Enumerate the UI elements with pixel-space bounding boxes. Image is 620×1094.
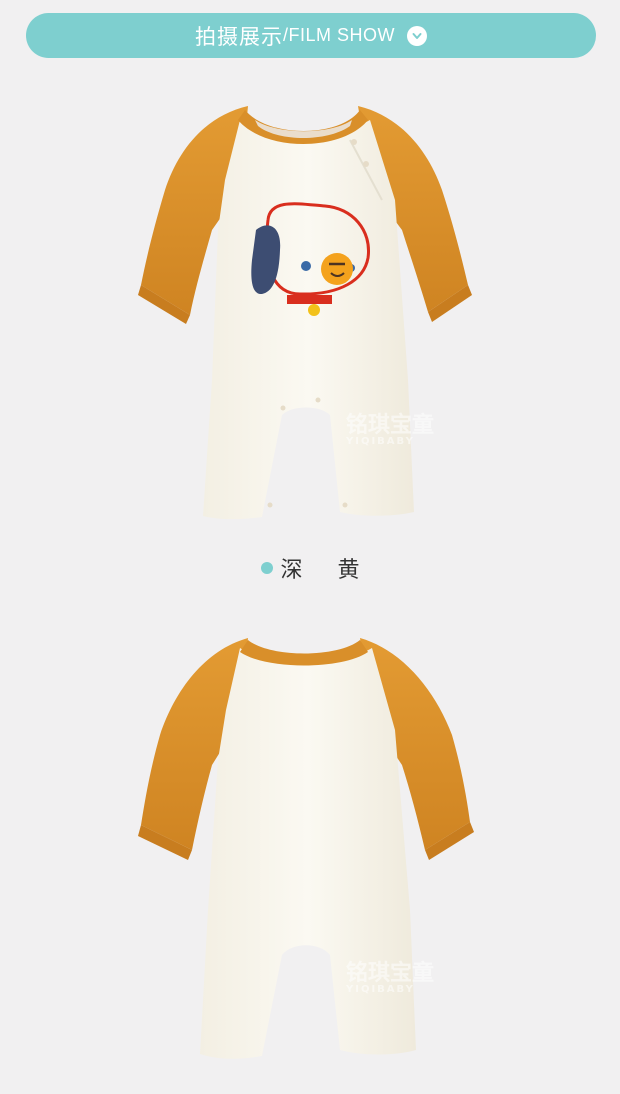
- chevron-down-glyph: [412, 32, 422, 39]
- back-watermark-brand-cn: 铭琪宝童: [346, 960, 434, 986]
- dog-collar: [287, 295, 332, 304]
- color-name: 深 黄: [280, 558, 374, 583]
- romper-back-photo: 铭琪宝童 YIQIBABY: [138, 638, 474, 1059]
- back-watermark-brand-en: YIQIBABY: [345, 984, 415, 995]
- romper-body: [203, 120, 414, 520]
- dog-bell: [308, 304, 320, 316]
- banner-title-en: FILM SHOW: [288, 25, 395, 45]
- color-dot-icon: [260, 562, 273, 574]
- color-variant-label: 深 黄: [0, 548, 620, 588]
- romper-front-photo: 铭琪宝童 YIQIBABY: [138, 106, 472, 520]
- chevron-down-icon[interactable]: [407, 25, 427, 46]
- banner-title-cn: 拍摄展示: [194, 24, 283, 49]
- section-banner: 拍摄展示 / FILM SHOW: [26, 13, 596, 58]
- watermark-brand-cn: 铭琪宝童: [346, 412, 434, 438]
- back-romper-body: [200, 648, 416, 1059]
- watermark-brand-en: YIQIBABY: [345, 436, 415, 447]
